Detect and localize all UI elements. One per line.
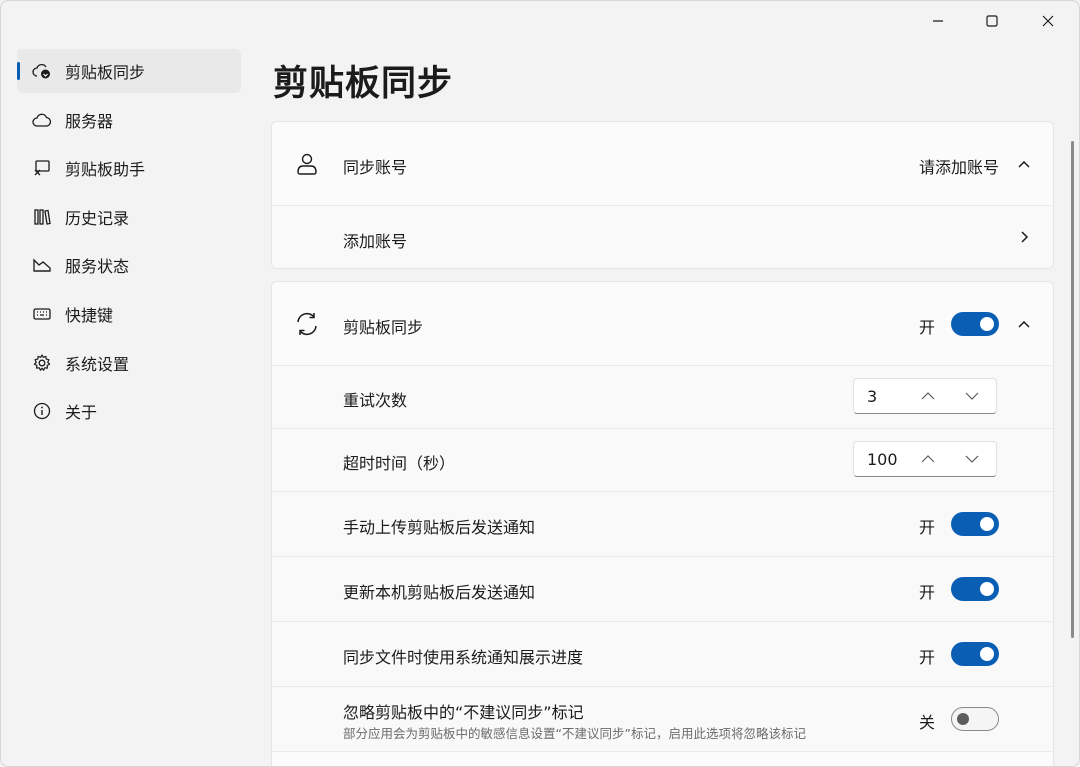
sidebar-item-shortcuts[interactable]: 快捷键 [17, 292, 241, 336]
minimize-icon [933, 20, 943, 22]
maximize-icon [986, 15, 998, 27]
sync-header-row[interactable]: 剪贴板同步 开 [272, 282, 1053, 366]
toggle-state-text: 开 [918, 318, 935, 337]
clipboard-sync-toggle[interactable] [951, 312, 999, 336]
local-update-notify-label: 更新本机剪贴板后发送通知 [343, 583, 536, 602]
retry-count-stepper[interactable]: 3 [853, 378, 997, 414]
sidebar-item-clipboard-assistant[interactable]: 剪贴板助手 [17, 146, 241, 190]
app-window: 剪贴板同步 服务器 剪贴板助手 历史记录 服务状态 快捷键 系统设置 关于 剪贴… [0, 0, 1080, 767]
chevron-up-icon [921, 455, 935, 463]
timeout-row: 超时时间（秒） 100 [272, 429, 1053, 492]
manual-upload-notify-label: 手动上传剪贴板后发送通知 [343, 518, 536, 537]
screen-clipboard-icon [31, 157, 53, 179]
decrement-button[interactable] [962, 449, 982, 469]
account-status-text: 请添加账号 [918, 158, 999, 177]
close-icon [1042, 15, 1054, 27]
vertical-scrollbar[interactable] [1071, 141, 1074, 638]
sidebar-item-service-status[interactable]: 服务状态 [17, 243, 241, 287]
chevron-down-icon [965, 455, 979, 463]
user-icon [292, 149, 322, 179]
increment-button[interactable] [918, 449, 938, 469]
clipboard-sync-label: 剪贴板同步 [343, 318, 424, 337]
add-account-row[interactable]: 添加账号 [272, 206, 1053, 268]
toggle-state-text: 开 [918, 583, 935, 602]
ignore-no-sync-flag-toggle[interactable] [951, 707, 999, 731]
timeout-label: 超时时间（秒） [343, 454, 456, 473]
cloud-icon [31, 109, 53, 131]
sidebar-item-server[interactable]: 服务器 [17, 98, 241, 142]
toggle-state-text: 关 [918, 713, 935, 732]
sidebar-item-label: 历史记录 [65, 208, 130, 228]
decrement-button[interactable] [962, 386, 982, 406]
toggle-state-text: 开 [918, 518, 935, 537]
maximize-button[interactable] [965, 1, 1019, 41]
account-card: 同步账号 请添加账号 添加账号 [271, 121, 1054, 269]
sidebar-nav: 剪贴板同步 服务器 剪贴板助手 历史记录 服务状态 快捷键 系统设置 关于 [17, 49, 241, 438]
manual-upload-notify-row: 手动上传剪贴板后发送通知 开 [272, 492, 1053, 557]
file-sync-progress-label: 同步文件时使用系统通知展示进度 [343, 648, 584, 667]
library-icon [31, 206, 53, 228]
sidebar-item-clipboard-sync[interactable]: 剪贴板同步 [17, 49, 241, 93]
increment-button[interactable] [918, 386, 938, 406]
local-update-notify-row: 更新本机剪贴板后发送通知 开 [272, 557, 1053, 622]
chevron-right-icon [1013, 226, 1035, 248]
cloud-sync-icon [31, 60, 53, 82]
sidebar-item-label: 服务器 [65, 111, 114, 131]
sidebar-item-history[interactable]: 历史记录 [17, 195, 241, 239]
ignore-no-sync-flag-description: 部分应用会为剪贴板中的敏感信息设置“不建议同步”标记，启用此选项将忽略该标记 [343, 726, 806, 741]
sidebar-item-about[interactable]: 关于 [17, 389, 241, 433]
sidebar-item-label: 剪贴板助手 [65, 160, 146, 180]
retry-count-label: 重试次数 [343, 391, 408, 410]
sidebar-item-label: 关于 [65, 403, 98, 423]
chevron-up-icon [1018, 160, 1030, 168]
chevron-down-icon [965, 392, 979, 400]
ignore-no-sync-flag-label: 忽略剪贴板中的“不建议同步”标记 [343, 703, 584, 722]
chevron-up-icon [1018, 320, 1030, 328]
account-header-row[interactable]: 同步账号 请添加账号 [272, 122, 1053, 206]
gear-icon [31, 352, 53, 374]
local-update-notify-toggle[interactable] [951, 577, 999, 601]
sync-icon [292, 309, 322, 339]
sidebar-item-label: 系统设置 [65, 354, 130, 374]
page-title: 剪贴板同步 [273, 64, 454, 104]
minimize-button[interactable] [911, 1, 965, 41]
file-sync-progress-toggle[interactable] [951, 642, 999, 666]
manual-upload-notify-toggle[interactable] [951, 512, 999, 536]
add-account-label: 添加账号 [343, 232, 408, 251]
sidebar-item-label: 服务状态 [65, 257, 130, 277]
sync-account-label: 同步账号 [343, 158, 408, 177]
area-chart-icon [31, 254, 53, 276]
chevron-up-icon [921, 392, 935, 400]
collapse-button[interactable] [1013, 153, 1035, 175]
sidebar-item-label: 剪贴板同步 [65, 63, 146, 82]
retry-count-row: 重试次数 3 [272, 366, 1053, 429]
collapse-button[interactable] [1013, 313, 1035, 335]
keyboard-icon [31, 303, 53, 325]
file-sync-progress-row: 同步文件时使用系统通知展示进度 开 [272, 622, 1053, 687]
sidebar-item-label: 快捷键 [65, 305, 114, 325]
info-icon [31, 400, 53, 422]
toggle-state-text: 开 [918, 648, 935, 667]
timeout-stepper[interactable]: 100 [853, 441, 997, 477]
sync-settings-card: 剪贴板同步 开 重试次数 3 超时时间（秒） 100 手动上传剪贴板后发送通知 … [271, 281, 1054, 766]
sidebar-item-system-settings[interactable]: 系统设置 [17, 341, 241, 385]
timeout-value[interactable]: 100 [867, 450, 898, 469]
retry-count-value[interactable]: 3 [867, 387, 877, 406]
ignore-no-sync-flag-row: 忽略剪贴板中的“不建议同步”标记 部分应用会为剪贴板中的敏感信息设置“不建议同步… [272, 687, 1053, 752]
close-button[interactable] [1021, 1, 1075, 41]
